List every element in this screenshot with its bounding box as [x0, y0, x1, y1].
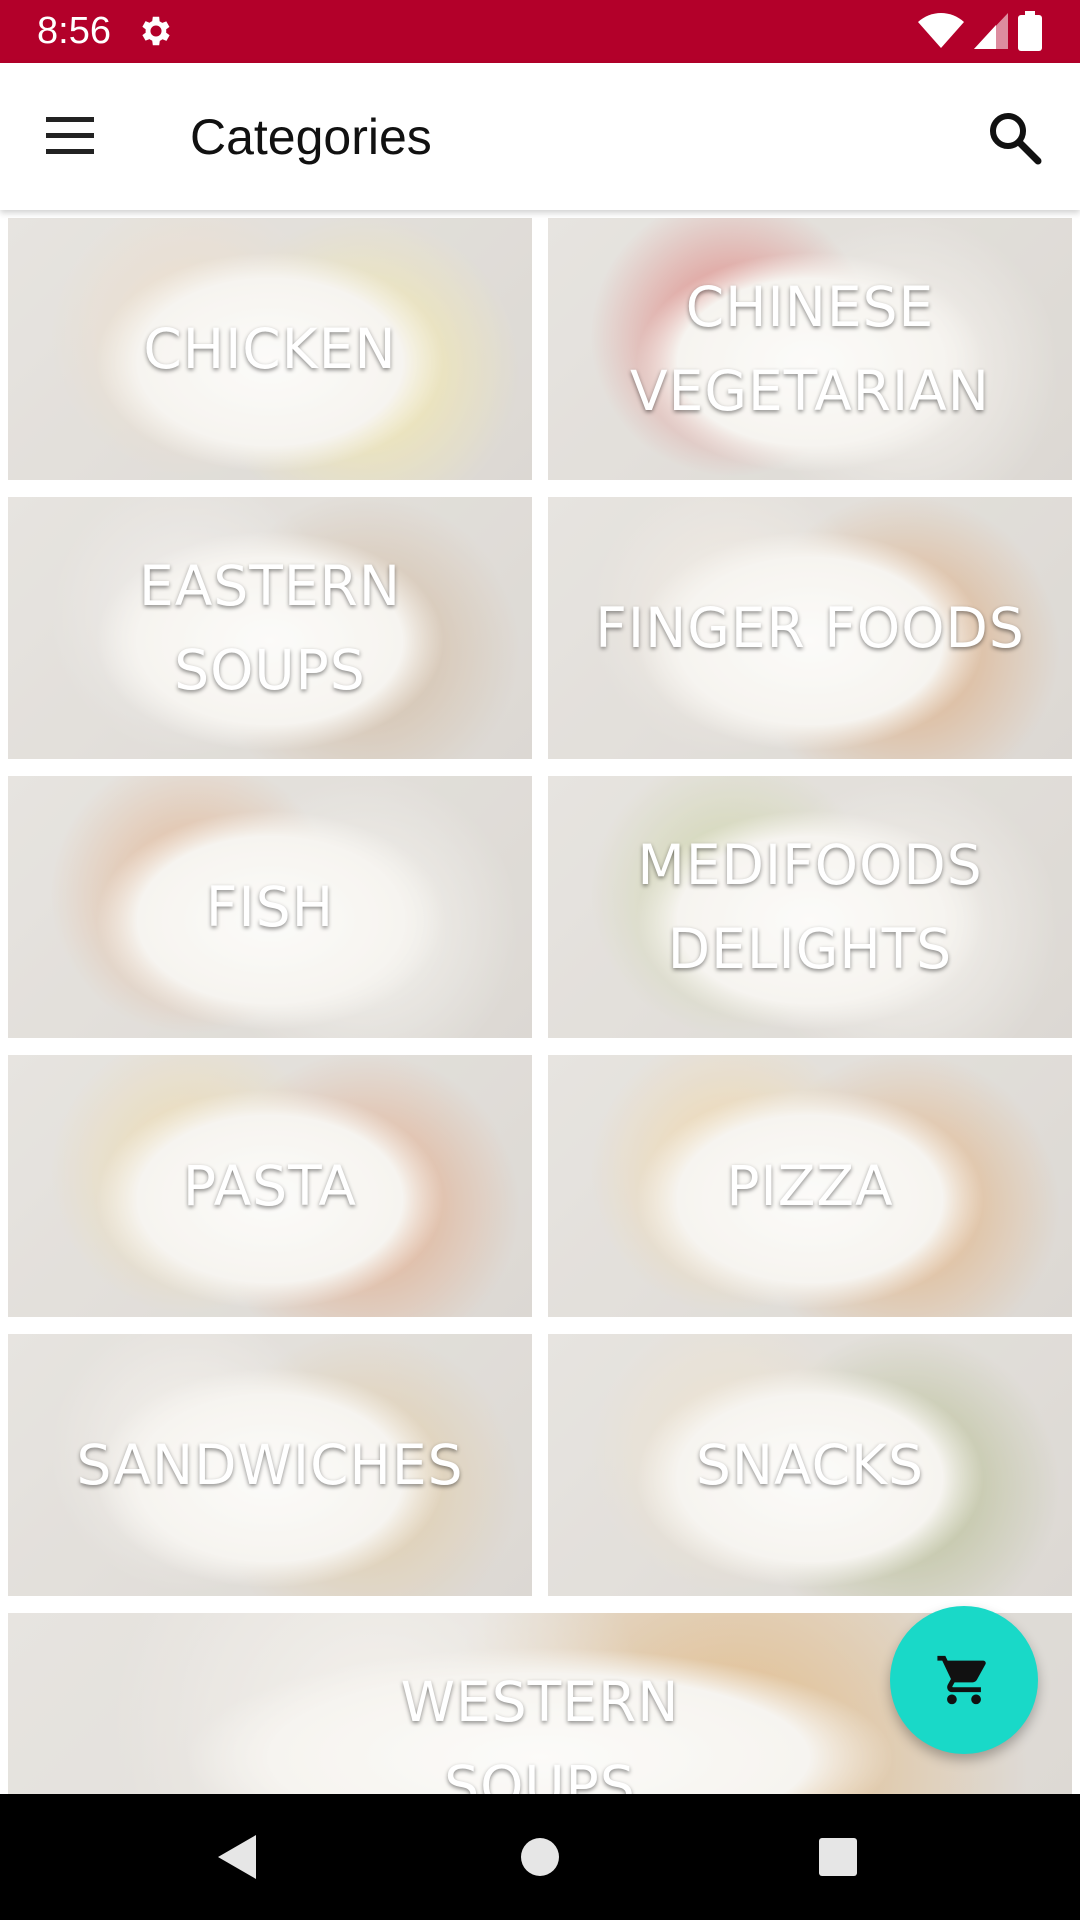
- cart-fab-button[interactable]: [890, 1606, 1038, 1754]
- category-tile[interactable]: CHICKEN: [8, 218, 532, 480]
- signal-icon: [974, 13, 1008, 49]
- status-bar: 8:56: [0, 0, 1080, 63]
- battery-icon: [1018, 11, 1042, 51]
- home-circle-icon: [521, 1838, 559, 1876]
- category-tile[interactable]: SNACKS: [548, 1334, 1072, 1596]
- category-label: WESTERN SOUPS: [400, 1670, 680, 1794]
- category-tile[interactable]: PASTA: [8, 1055, 532, 1317]
- category-tile[interactable]: MEDIFOODS DELIGHTS: [548, 776, 1072, 1038]
- category-tile[interactable]: SANDWICHES: [8, 1334, 532, 1596]
- category-tile[interactable]: CHINESE VEGETARIAN: [548, 218, 1072, 480]
- category-tile[interactable]: EASTERN SOUPS: [8, 497, 532, 759]
- recents-square-icon: [819, 1838, 857, 1876]
- category-tile[interactable]: FISH: [8, 776, 532, 1038]
- back-button[interactable]: [205, 1824, 271, 1890]
- recents-button[interactable]: [805, 1824, 871, 1890]
- category-label: CHINESE VEGETARIAN: [630, 275, 990, 423]
- system-nav-bar: [0, 1794, 1080, 1920]
- category-label: MEDIFOODS DELIGHTS: [637, 833, 983, 981]
- category-label: FISH: [205, 875, 335, 939]
- category-label: FINGER FOODS: [595, 596, 1025, 660]
- status-time: 8:56: [37, 10, 111, 52]
- search-icon[interactable]: [984, 107, 1044, 167]
- screen: 8:56 Categories CHICKEN CHINESE VEGETARI…: [0, 0, 1080, 1920]
- category-grid: CHICKEN CHINESE VEGETARIAN EASTERN SOUPS FI…: [0, 210, 1080, 1794]
- category-label: CHICKEN: [143, 317, 397, 381]
- category-tile[interactable]: PIZZA: [548, 1055, 1072, 1317]
- back-triangle-icon: [218, 1835, 256, 1879]
- shopping-cart-icon: [937, 1655, 986, 1705]
- gear-icon: [142, 16, 170, 46]
- wifi-icon: [918, 13, 964, 48]
- category-tile[interactable]: FINGER FOODS: [548, 497, 1072, 759]
- category-label: PIZZA: [726, 1154, 894, 1218]
- category-label: SANDWICHES: [76, 1433, 464, 1497]
- page-title: Categories: [190, 109, 432, 165]
- home-button[interactable]: [507, 1824, 573, 1890]
- hamburger-menu-icon[interactable]: [42, 111, 98, 161]
- category-label: EASTERN SOUPS: [139, 554, 401, 702]
- category-label: SNACKS: [695, 1433, 925, 1497]
- app-bar: Categories: [0, 63, 1080, 210]
- category-label: PASTA: [182, 1154, 358, 1218]
- status-icons: [918, 10, 1042, 52]
